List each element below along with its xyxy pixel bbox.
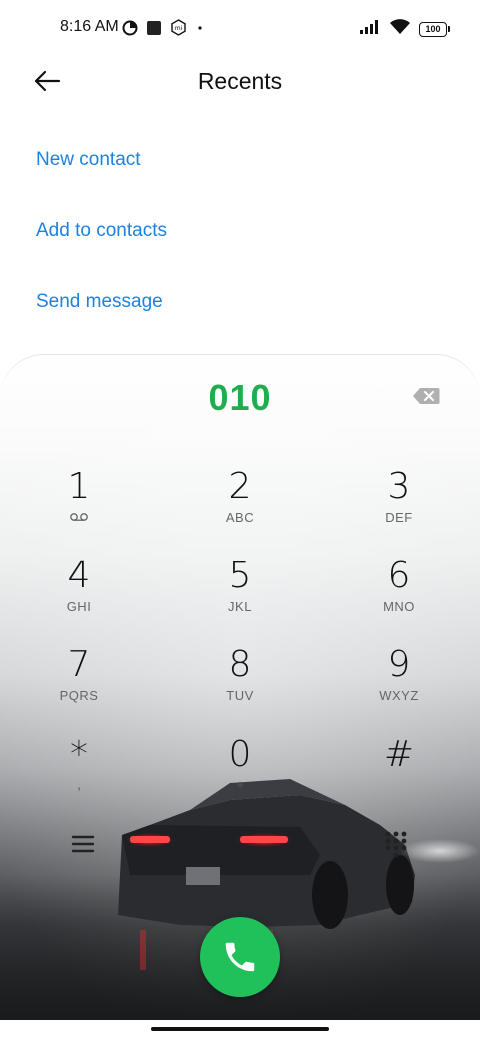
- dot-icon: [195, 20, 205, 41]
- app-square-icon: [146, 20, 162, 41]
- dial-key-star[interactable]: * ,: [24, 735, 134, 815]
- dial-key-0[interactable]: 0 +: [185, 735, 295, 815]
- dialpad-panel: 010 1 2 ABC 3 DEF 4 GHI 5 JKL 6 MNO 7 PQ…: [0, 354, 480, 1020]
- dial-key-6[interactable]: 6 MNO: [344, 556, 454, 636]
- key-letters: GHI: [66, 599, 92, 614]
- dial-key-1[interactable]: 1: [24, 467, 134, 547]
- status-bar: 8:16 AM mi 100: [0, 0, 480, 56]
- key-digit: 1: [67, 466, 91, 507]
- dial-key-5[interactable]: 5 JKL: [185, 556, 295, 636]
- menu-button[interactable]: [70, 833, 100, 857]
- key-digit: 9: [387, 644, 411, 685]
- key-letters: DEF: [385, 510, 413, 525]
- dial-key-8[interactable]: 8 TUV: [185, 645, 295, 725]
- key-letters: WXYZ: [379, 688, 419, 703]
- key-letters: JKL: [228, 599, 252, 614]
- phone-icon: [225, 942, 255, 972]
- signal-icon: [359, 19, 381, 40]
- svg-text:mi: mi: [175, 25, 183, 32]
- header: Recents: [0, 56, 480, 108]
- key-digit: 2: [228, 466, 252, 507]
- key-digit: 6: [387, 555, 411, 596]
- status-time: 8:16 AM: [60, 18, 119, 35]
- backspace-button[interactable]: [412, 387, 442, 409]
- dialpad-icon: [385, 831, 407, 858]
- key-letters: MNO: [383, 599, 415, 614]
- key-letters: ABC: [225, 510, 255, 525]
- page-title: Recents: [197, 68, 283, 94]
- key-letters: +: [236, 777, 244, 792]
- key-letters: PQRS: [59, 688, 99, 703]
- dial-key-hash[interactable]: #: [344, 735, 454, 815]
- new-contact-link[interactable]: New contact: [36, 149, 141, 171]
- key-letters: TUV: [226, 688, 254, 703]
- mi-badge-icon: mi: [170, 19, 187, 41]
- key-digit: #: [383, 734, 415, 775]
- wifi-icon: [389, 18, 411, 40]
- key-digit: 0: [228, 734, 252, 775]
- key-digit: *: [70, 734, 88, 775]
- dial-key-2[interactable]: 2 ABC: [185, 467, 295, 547]
- key-digit: 5: [228, 555, 252, 596]
- battery-level: 100: [419, 21, 447, 37]
- call-button[interactable]: [200, 917, 280, 997]
- battery-icon: 100: [419, 21, 450, 37]
- data-saver-icon: [122, 20, 138, 41]
- dial-key-9[interactable]: 9 WXYZ: [344, 645, 454, 725]
- dialpad-toggle-button[interactable]: [382, 829, 412, 859]
- key-digit: 3: [387, 466, 411, 507]
- voicemail-icon: [24, 510, 134, 525]
- dial-key-4[interactable]: 4 GHI: [24, 556, 134, 636]
- key-digit: 4: [67, 555, 91, 596]
- backspace-icon: [413, 388, 440, 404]
- dial-key-3[interactable]: 3 DEF: [344, 467, 454, 547]
- key-digit: 7: [67, 644, 91, 685]
- menu-icon: [71, 835, 95, 853]
- home-indicator[interactable]: [151, 1027, 329, 1031]
- navigation-bar: [0, 1020, 480, 1040]
- key-digit: 8: [228, 644, 252, 685]
- dial-key-7[interactable]: 7 PQRS: [24, 645, 134, 725]
- key-letters: ,: [77, 777, 81, 792]
- send-message-link[interactable]: Send message: [36, 291, 163, 313]
- dialed-number: 010: [208, 377, 272, 418]
- add-to-contacts-link[interactable]: Add to contacts: [36, 220, 167, 242]
